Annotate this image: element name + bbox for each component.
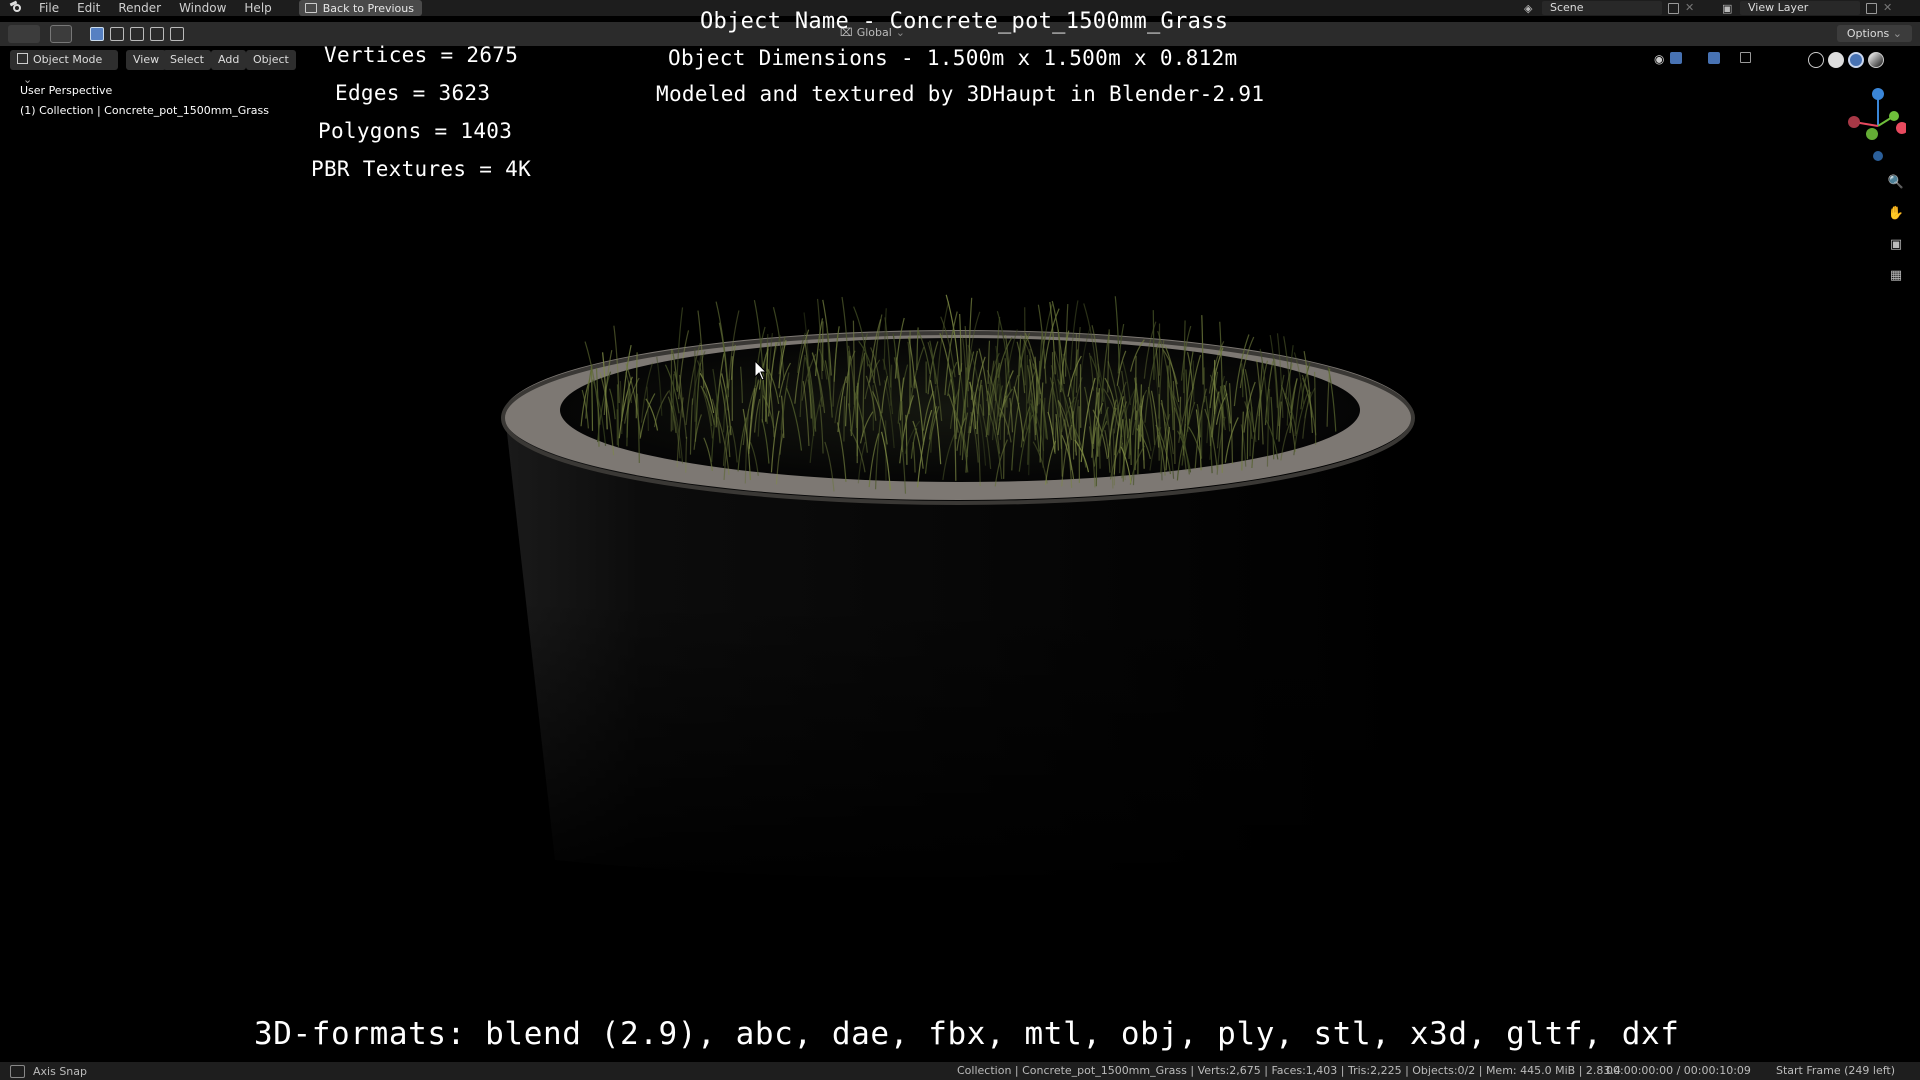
scene-selector: ◈ Scene ✕ <box>1524 0 1694 16</box>
alt-key-icon <box>10 1064 25 1078</box>
grid-icon[interactable]: ▦ <box>1884 263 1908 287</box>
options-button[interactable]: Options ⌄ <box>1836 25 1912 42</box>
hand-icon[interactable]: ✋ <box>1884 201 1908 225</box>
select-extend-icon[interactable] <box>110 27 124 41</box>
scene-icon[interactable]: ◈ <box>1524 2 1536 15</box>
stats-vertices: Vertices = 2675 <box>324 43 519 67</box>
axis-x-neg-icon[interactable] <box>1848 116 1860 128</box>
select-menu[interactable]: Select <box>163 50 211 70</box>
grass-blade <box>1137 424 1140 475</box>
grass-blade <box>848 350 851 408</box>
editor-type-button[interactable] <box>8 25 40 43</box>
overlay-toggle-icon[interactable] <box>1708 52 1720 64</box>
chevron-down-icon: ⌄ <box>1892 27 1902 40</box>
viewport-collection-path: (1) Collection | Concrete_pot_1500mm_Gra… <box>20 104 269 117</box>
object-mode-icon <box>17 53 28 64</box>
new-scene-icon[interactable] <box>1668 2 1679 14</box>
shading-modes <box>1808 52 1884 68</box>
grass-blade <box>1246 411 1249 460</box>
select-subtract-icon[interactable] <box>130 27 144 41</box>
menu-window[interactable]: Window <box>170 0 235 16</box>
cursor-pointer-icon <box>754 360 768 381</box>
grass-blade <box>1024 307 1026 386</box>
new-view-layer-icon[interactable] <box>1866 2 1877 14</box>
back-icon <box>304 3 317 13</box>
material-shading-icon[interactable] <box>1848 52 1864 68</box>
pot-opening <box>560 338 1360 482</box>
status-time: 00:00:00:00 / 00:00:10:09 <box>1606 1064 1751 1077</box>
back-to-previous-label: Back to Previous <box>322 1 414 15</box>
grass-blade <box>1051 352 1054 435</box>
select-intersect-icon[interactable] <box>170 27 184 41</box>
gizmo-toggle-icon[interactable] <box>1670 52 1682 64</box>
scene-field[interactable]: Scene <box>1542 1 1662 15</box>
grass-blade <box>843 396 846 442</box>
grass-blade <box>901 401 904 452</box>
rendered-shading-icon[interactable] <box>1868 52 1884 68</box>
viewport-scene[interactable] <box>0 0 1920 1080</box>
navigation-gizmo[interactable] <box>1846 86 1906 162</box>
status-frame: Start Frame (249 left) <box>1776 1064 1896 1077</box>
view-layer-icon[interactable]: ▣ <box>1722 2 1734 15</box>
wireframe-shading-icon[interactable] <box>1808 52 1824 68</box>
formats-line: 3D-formats: blend (2.9), abc, dae, fbx, … <box>254 1016 1680 1052</box>
modeled-by-credit: Modeled and textured by 3DHaupt in Blend… <box>656 82 1265 106</box>
menu-help[interactable]: Help <box>235 0 280 16</box>
menu-file[interactable]: File <box>30 0 68 16</box>
add-menu[interactable]: Add <box>211 50 247 70</box>
menu-render[interactable]: Render <box>109 0 170 16</box>
delete-scene-icon[interactable]: ✕ <box>1685 2 1694 14</box>
status-scene-info: Collection | Concrete_pot_1500mm_Grass |… <box>957 1064 1621 1077</box>
blender-logo-icon[interactable] <box>10 1 24 15</box>
select-tool-button[interactable] <box>50 25 72 43</box>
grass-blade <box>1134 355 1137 420</box>
solid-shading-icon[interactable] <box>1828 52 1844 68</box>
select-box-icon[interactable] <box>90 27 104 41</box>
axis-x-icon[interactable] <box>1896 122 1906 134</box>
delete-view-layer-icon[interactable]: ✕ <box>1883 2 1892 14</box>
grass-blade <box>1152 310 1155 380</box>
stats-polygons: Polygons = 1403 <box>318 119 513 143</box>
object-dimensions: Object Dimensions - 1.500m x 1.500m x 0.… <box>668 46 1238 70</box>
object-menu[interactable]: Object <box>246 50 296 70</box>
object-mode-dropdown[interactable]: Object Mode⌄ <box>10 50 118 86</box>
camera-icon[interactable]: ▣ <box>1884 232 1908 256</box>
xray-toggle-icon[interactable] <box>1740 52 1751 63</box>
select-invert-icon[interactable] <box>150 27 164 41</box>
axis-y-neg-icon[interactable] <box>1866 128 1878 140</box>
view-layer-field[interactable]: View Layer <box>1740 1 1860 15</box>
axis-y-icon[interactable] <box>1889 111 1899 121</box>
object-name-title: Object Name - Concrete_pot_1500mm_Grass <box>700 9 1229 34</box>
stats-textures: PBR Textures = 4K <box>311 157 532 181</box>
stats-edges: Edges = 3623 <box>335 81 491 105</box>
zoom-icon[interactable]: 🔍 <box>1884 170 1908 194</box>
axis-snap-label: Axis Snap <box>33 1064 87 1078</box>
back-to-previous-button[interactable]: Back to Previous <box>298 0 422 16</box>
axis-z-neg-icon[interactable] <box>1873 151 1883 161</box>
visibility-group: ◉ <box>1654 52 1751 66</box>
options-label: Options <box>1846 27 1890 40</box>
pot-body-fade <box>480 600 1440 900</box>
menu-edit[interactable]: Edit <box>68 0 109 16</box>
viewport-perspective-label: User Perspective <box>20 84 113 97</box>
view-layer-selector: ▣ View Layer ✕ <box>1722 0 1892 16</box>
visibility-icon[interactable]: ◉ <box>1654 52 1666 66</box>
object-mode-label: Object Mode <box>33 53 103 66</box>
axis-z-icon[interactable] <box>1872 88 1884 100</box>
status-bar: Axis Snap Collection | Concrete_pot_1500… <box>0 1062 1920 1080</box>
view-menu[interactable]: View <box>126 50 167 70</box>
